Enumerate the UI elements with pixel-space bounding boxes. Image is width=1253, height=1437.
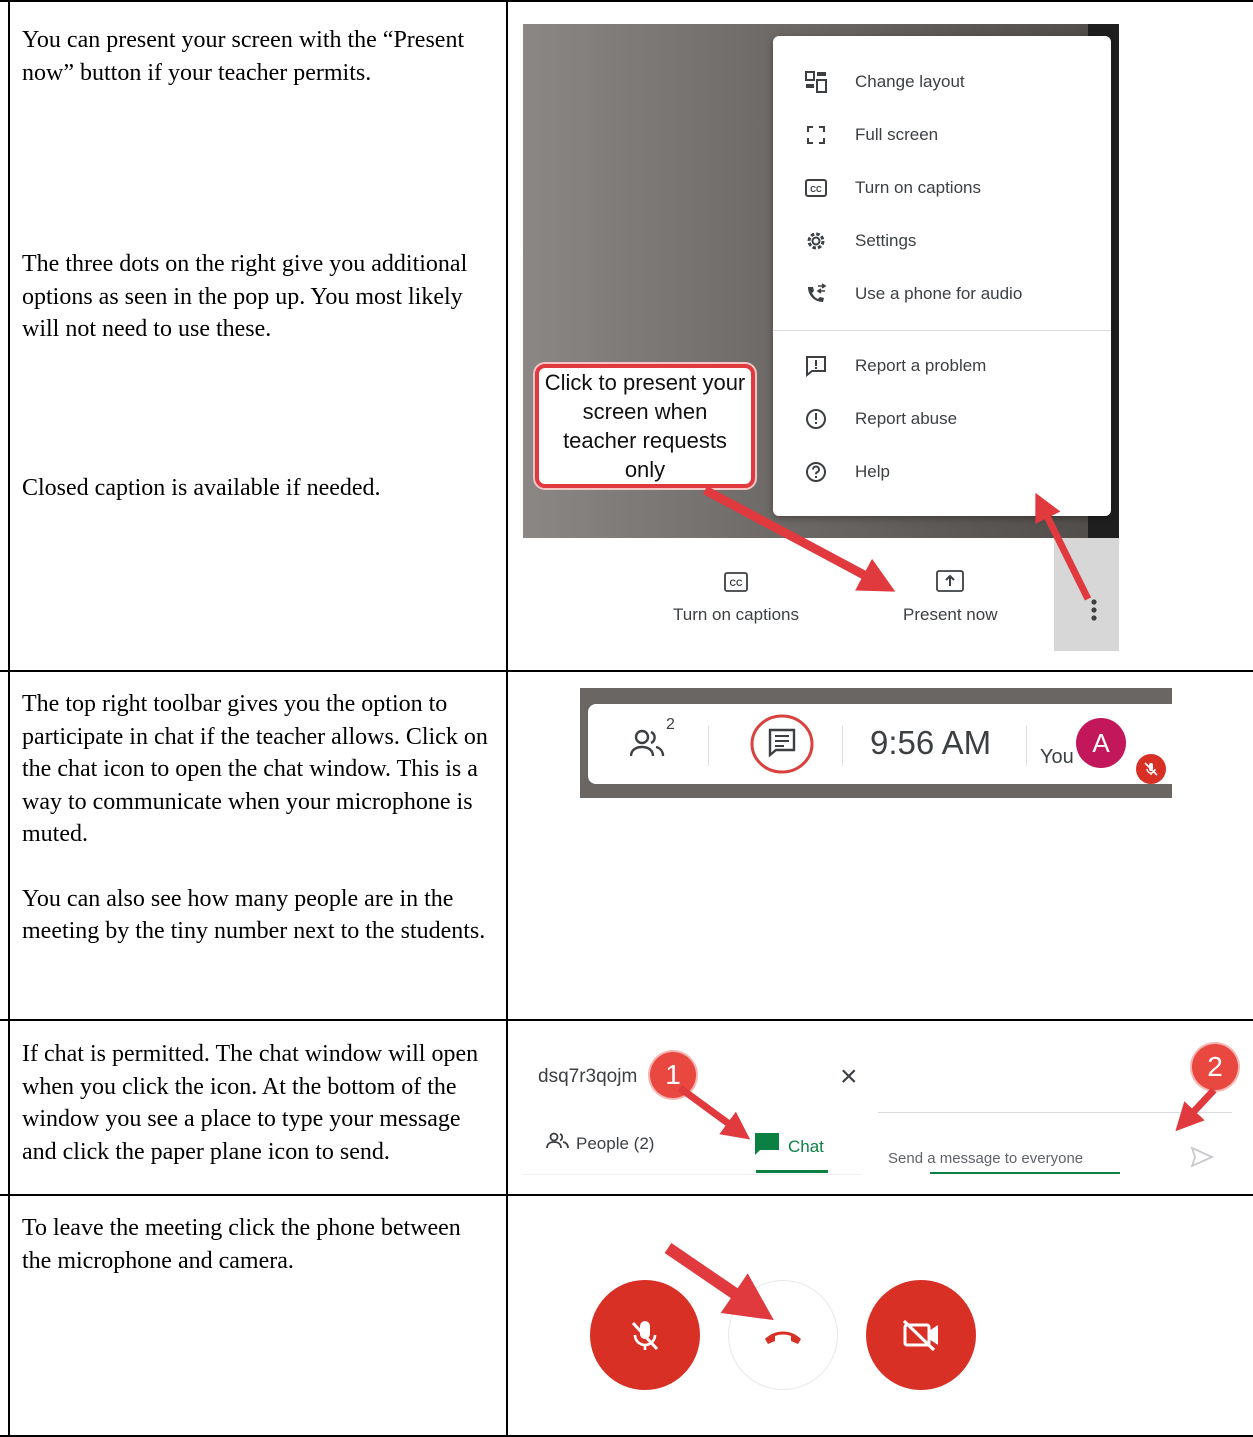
annotation-arrows [677,1085,1217,1140]
call-controls-screenshot [560,1222,1000,1432]
toolbar-divider [842,726,843,766]
table-row-divider [0,1019,1253,1021]
arrow-to-hang-up [664,1243,774,1321]
row-1-description: You can present your screen with the “Pr… [22,24,492,89]
top-right-toolbar: 2 9:56 AM You A [588,704,1172,784]
instruction-document: You can present your screen with the “Pr… [0,0,1253,1437]
table-border-left [8,0,10,1437]
you-label: You [1040,746,1074,768]
row-1-description-2: The three dots on the right give you add… [22,248,492,346]
arrow-to-present [702,486,896,592]
people-icon[interactable] [629,728,666,765]
meet-options-screenshot: Change layout Full screen CC Turn on cap… [523,24,1119,651]
mic-muted-icon [1136,754,1166,784]
paragraph: You can present your screen with the “Pr… [22,27,465,86]
avatar[interactable]: A [1076,718,1126,768]
paragraph: If chat is permitted. The chat window wi… [22,1041,479,1165]
table-row-divider [0,1194,1253,1196]
people-count: 2 [666,716,675,733]
paragraph: You can also see how many people are in … [22,885,486,945]
paragraph: To leave the meeting click the phone bet… [22,1215,461,1274]
arrow-to-chat-tab [677,1085,751,1140]
chat-window-screenshot: dsq7r3qojm × People (2) Chat Send a mess… [522,1040,1242,1180]
chat-icon[interactable] [750,712,814,781]
toolbar-divider [1026,726,1027,766]
table-column-divider [506,0,508,1437]
row-2-description: The top right toolbar gives you the opti… [22,688,492,948]
paragraph: Closed caption is available if needed. [22,475,381,501]
toolbar-divider [708,726,709,766]
annotation-arrows [702,486,1092,601]
paragraph: The three dots on the right give you add… [22,251,468,342]
paragraph: The top right toolbar gives you the opti… [22,691,488,847]
annotation-arrow [664,1243,774,1321]
table-border-top [0,0,1253,2]
row-3-description: If chat is permitted. The chat window wi… [22,1038,492,1168]
arrow-to-send [1175,1087,1217,1132]
row-1-description-3: Closed caption is available if needed. [22,472,492,505]
arrow-to-menu [1035,492,1092,601]
row-4-description: To leave the meeting click the phone bet… [22,1212,492,1277]
clock-time: 9:56 AM [870,724,992,761]
table-row-divider [0,670,1253,672]
meet-toolbar-screenshot: 2 9:56 AM You A [580,688,1172,798]
